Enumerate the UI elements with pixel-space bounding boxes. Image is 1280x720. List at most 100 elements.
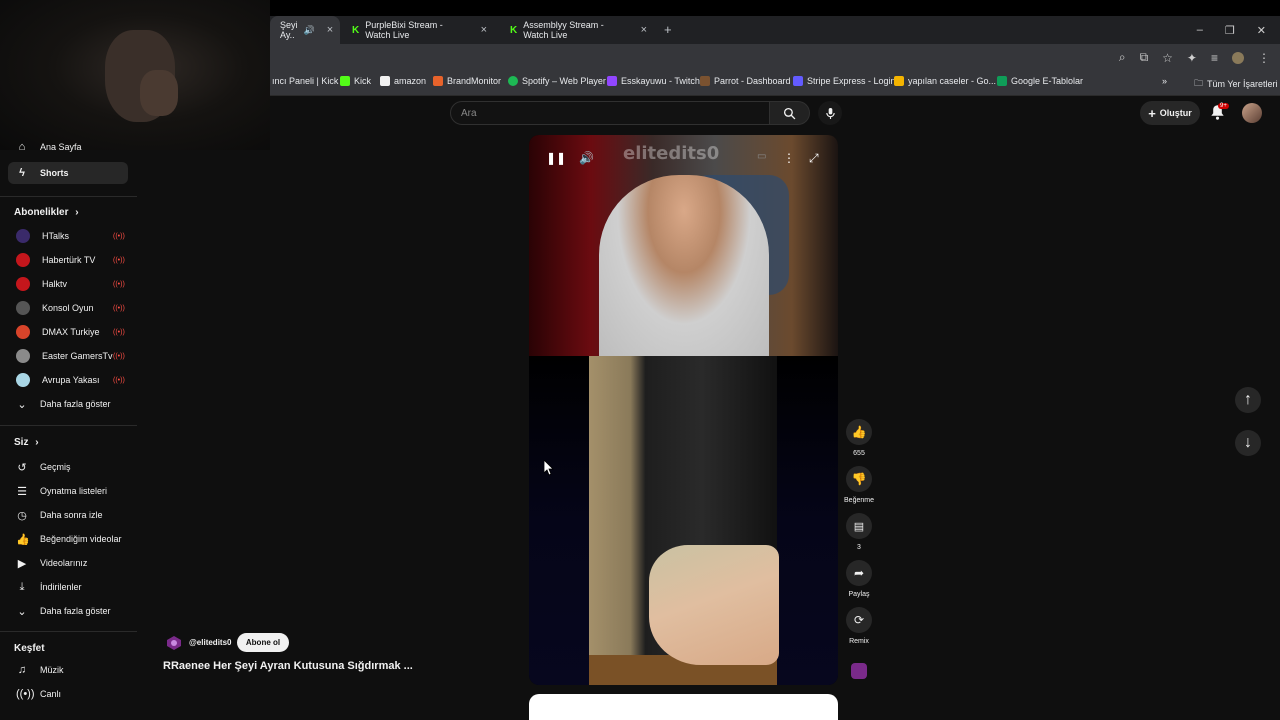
- sidebar-item-liked-videos[interactable]: 👍 Beğendiğim videolar: [8, 528, 128, 550]
- new-tab-icon[interactable]: +: [664, 22, 672, 37]
- sidebar-item-avrupa-yakasi[interactable]: Avrupa Yakası: [8, 369, 128, 391]
- sidebar-item-dmax[interactable]: DMAX Turkiye: [8, 321, 128, 343]
- sidebar-item-haberturk[interactable]: Habertürk TV: [8, 249, 128, 271]
- sidebar-item-watch-later[interactable]: ◷ Daha sonra izle: [8, 504, 128, 526]
- minimize-icon[interactable]: –: [1197, 24, 1203, 36]
- tab-assemblyy[interactable]: K Assemblyy Stream - Watch Live ×: [500, 16, 657, 44]
- plus-icon: +: [1148, 105, 1156, 121]
- notification-badge: 9+: [1218, 103, 1229, 109]
- bookmark-item[interactable]: Kick: [340, 76, 371, 86]
- dislike-button[interactable]: 👎: [846, 466, 872, 492]
- share-button[interactable]: ➦: [846, 560, 872, 586]
- more-bookmarks-icon[interactable]: »: [1162, 76, 1167, 86]
- thumbs-up-icon: 👍: [851, 425, 867, 439]
- next-short-preview[interactable]: [529, 694, 838, 720]
- dislike-action[interactable]: 👎 Beğenme: [844, 466, 874, 504]
- bookmark-item[interactable]: Google E-Tablolar: [997, 76, 1083, 86]
- sidebar-item-your-videos[interactable]: ▶ Videolarınız: [8, 552, 128, 574]
- twitch-icon: [607, 76, 617, 86]
- sidebar-item-shorts[interactable]: ϟ Shorts: [8, 162, 128, 184]
- close-tab-icon[interactable]: ×: [481, 24, 487, 36]
- speaker-icon: 🔊: [303, 24, 315, 35]
- avatar[interactable]: [1242, 103, 1262, 123]
- section-label: Abonelikler: [14, 207, 69, 218]
- folder-icon: 🗀: [1194, 78, 1204, 88]
- profile-avatar-icon[interactable]: [1232, 51, 1244, 64]
- pause-icon[interactable]: ❚❚: [546, 151, 566, 165]
- kick-icon: [340, 76, 350, 86]
- sidebar-item-konsol-oyun[interactable]: Konsol Oyun: [8, 297, 128, 319]
- webcam-hand: [140, 70, 178, 116]
- remix-button[interactable]: ⟳: [846, 607, 872, 633]
- sound-thumbnail[interactable]: [851, 663, 867, 679]
- search-input[interactable]: Ara: [450, 101, 770, 125]
- show-more-you[interactable]: ⌄ Daha fazla göster: [8, 600, 128, 622]
- all-bookmarks[interactable]: 🗀 Tüm Yer İşaretleri: [1194, 76, 1278, 92]
- divider: [0, 631, 137, 632]
- captions-icon[interactable]: ▭: [757, 151, 766, 162]
- you-heading[interactable]: Siz ›: [14, 437, 39, 448]
- tab-youtube[interactable]: Şeyi Ay.. 🔊 ×: [270, 16, 340, 44]
- star-icon[interactable]: ☆: [1162, 51, 1173, 65]
- playlist-icon: ☰: [17, 485, 27, 498]
- sidebar-item-label: Müzik: [40, 665, 64, 675]
- sidebar-item-downloads[interactable]: ⤓ İndirilenler: [8, 576, 128, 598]
- channel-name[interactable]: @elitedits0: [189, 638, 231, 647]
- volume-icon[interactable]: 🔊: [579, 151, 594, 165]
- voice-search-button[interactable]: [818, 101, 842, 125]
- previous-short-button[interactable]: ↑: [1235, 387, 1261, 413]
- sidebar-item-easter-gamers[interactable]: Easter GamersTv: [8, 345, 128, 367]
- chevron-right-icon: ›: [75, 207, 79, 218]
- bookmark-item[interactable]: Spotify – Web Player: [508, 76, 606, 86]
- show-more-subscriptions[interactable]: ⌄ Daha fazla göster: [8, 393, 128, 415]
- extensions-icon[interactable]: ✦: [1187, 51, 1197, 65]
- next-short-button[interactable]: ↓: [1235, 430, 1261, 456]
- bookmark-item[interactable]: Parrot - Dashboard: [700, 76, 791, 86]
- bookmark-item[interactable]: Esskayuwu - Twitch: [607, 76, 700, 86]
- sidebar-item-label: Avrupa Yakası: [42, 375, 100, 385]
- bookmark-item[interactable]: yapılan caseler - Go...: [894, 76, 996, 86]
- search-button[interactable]: [770, 101, 810, 125]
- section-label: Siz: [14, 437, 29, 448]
- close-tab-icon[interactable]: ×: [641, 24, 647, 36]
- media-icon[interactable]: ≡: [1211, 51, 1218, 65]
- sidebar-item-htalks[interactable]: HTalks: [8, 225, 128, 247]
- close-tab-icon[interactable]: ×: [327, 24, 333, 36]
- amazon-icon: [380, 76, 390, 86]
- create-button[interactable]: + Oluştur: [1140, 101, 1200, 125]
- like-action[interactable]: 👍 655: [846, 419, 872, 457]
- sidebar-item-music[interactable]: ♫ Müzik: [8, 659, 128, 681]
- comments-button[interactable]: ▤: [846, 513, 872, 539]
- shorts-video-player[interactable]: elitedits0 ❚❚ 🔊 ▭ ⋮ ⤢: [529, 135, 838, 685]
- tab-purplebixi[interactable]: K PurpleBixi Stream - Watch Live ×: [342, 16, 497, 44]
- restore-icon[interactable]: ❐: [1225, 24, 1235, 37]
- remix-action[interactable]: ⟳ Remix: [846, 607, 872, 645]
- subscriptions-heading[interactable]: Abonelikler ›: [14, 207, 79, 218]
- bookmark-item[interactable]: amazon: [380, 76, 426, 86]
- bookmark-item[interactable]: BrandMonitor: [433, 76, 501, 86]
- sidebar-item-history[interactable]: ↺ Geçmiş: [8, 456, 128, 478]
- subscribe-button[interactable]: Abone ol: [237, 633, 289, 652]
- sidebar-item-home[interactable]: ⌂ Ana Sayfa: [8, 140, 128, 154]
- sidebar-item-playlists[interactable]: ☰ Oynatma listeleri: [8, 480, 128, 502]
- menu-icon[interactable]: ⋮: [1258, 51, 1270, 65]
- bookmark-item[interactable]: ıncı Paneli | Kick: [272, 76, 338, 86]
- sidebar-item-halktv[interactable]: Halktv: [8, 273, 128, 295]
- fullscreen-icon[interactable]: ⤢: [809, 151, 819, 166]
- sidebar-item-live[interactable]: ((•)) Canlı: [8, 683, 128, 705]
- chevron-right-icon: ›: [35, 437, 39, 448]
- channel-logo-icon[interactable]: [166, 635, 182, 651]
- video-title[interactable]: RRaenee Her Şeyi Ayran Kutusuna Sığdırma…: [163, 660, 413, 672]
- bookmark-item[interactable]: Stripe Express - Login: [793, 76, 896, 86]
- share-label: Paylaş: [848, 591, 870, 598]
- clock-icon: ◷: [17, 509, 27, 522]
- share-action[interactable]: ➦ Paylaş: [846, 560, 872, 598]
- like-button[interactable]: 👍: [846, 419, 872, 445]
- more-options-icon[interactable]: ⋮: [783, 151, 795, 165]
- install-icon[interactable]: ⧉: [1140, 50, 1149, 65]
- zoom-icon[interactable]: ⌕: [1119, 50, 1126, 65]
- sidebar-item-label: HTalks: [42, 231, 70, 241]
- comments-action[interactable]: ▤ 3: [846, 513, 872, 551]
- close-window-icon[interactable]: ✕: [1257, 24, 1266, 37]
- tab-label: Assemblyy Stream - Watch Live: [523, 20, 604, 40]
